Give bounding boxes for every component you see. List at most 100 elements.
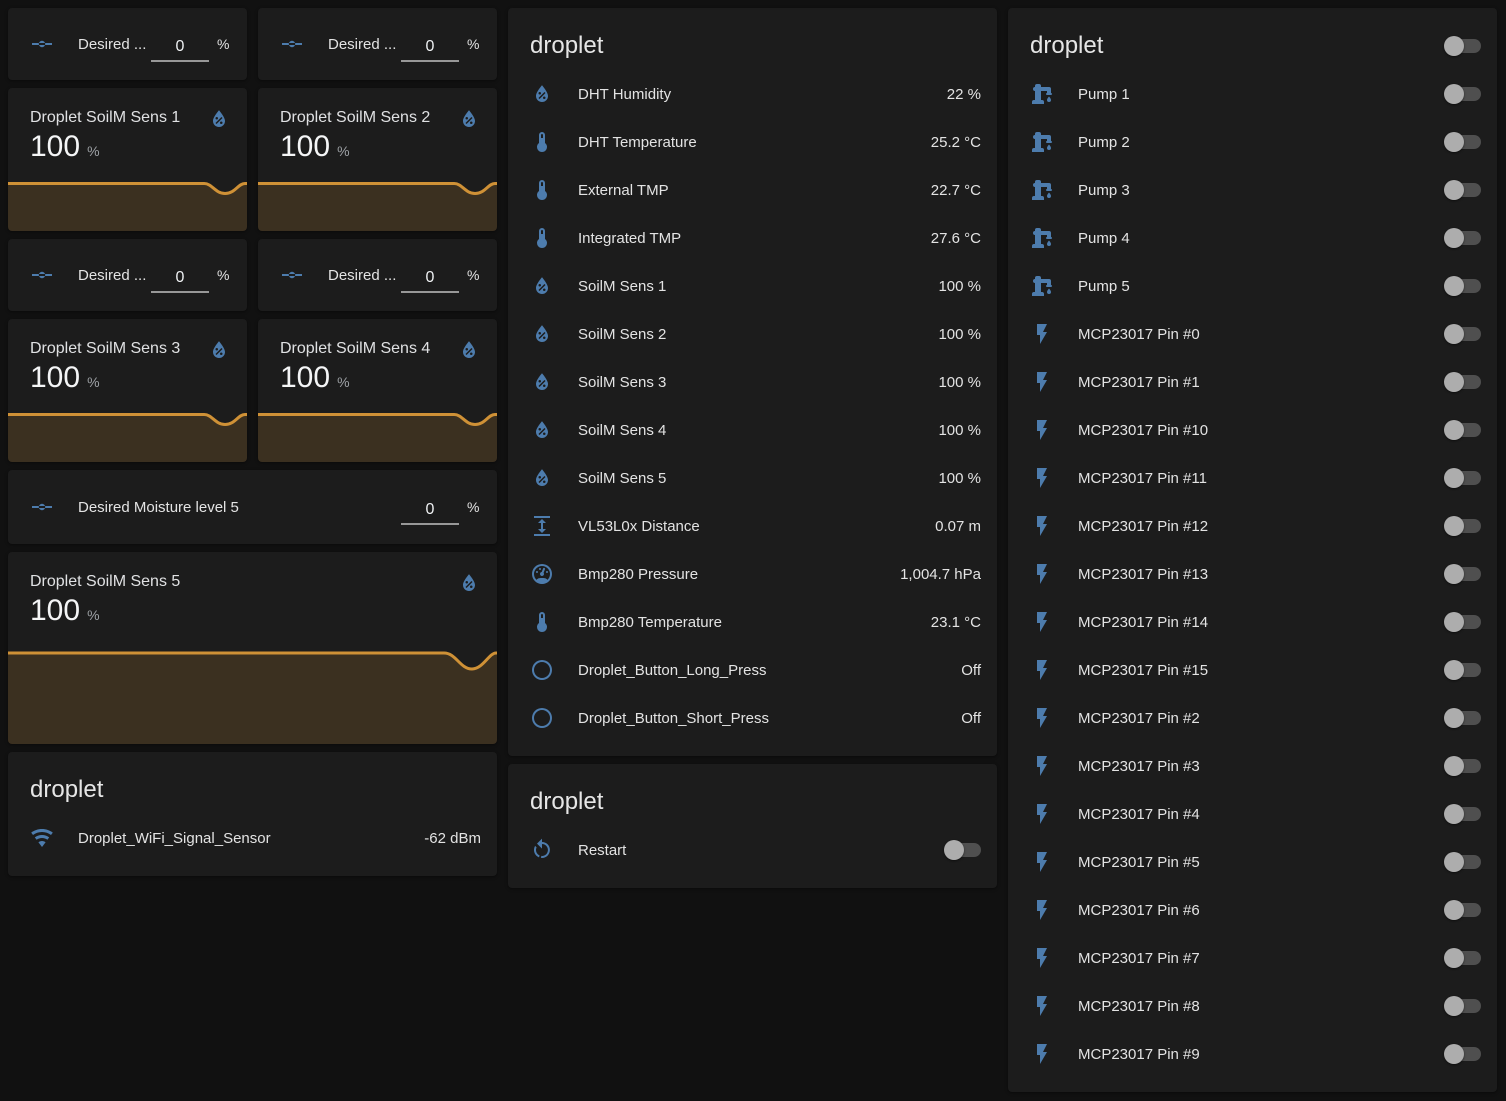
toggle-thumb [1444,660,1464,680]
number-input[interactable]: 0 [401,499,459,525]
entity-row[interactable]: Pump 4 [1030,214,1481,262]
middle-entities-slot: dropletDHT Humidity22 %DHT Temperature25… [508,8,997,756]
entity-row[interactable]: MCP23017 Pin #15 [1030,646,1481,694]
entity-toggle[interactable] [1444,324,1481,344]
sensor-graph-card[interactable]: Droplet SoilM Sens 2100% [258,88,497,231]
sensor-graph-card[interactable]: Droplet SoilM Sens 3100% [8,319,247,462]
entity-toggle[interactable] [1444,1044,1481,1064]
sensor-card-title: Droplet SoilM Sens 1 [30,109,191,127]
entity-toggle[interactable] [1444,420,1481,440]
entity-toggle[interactable] [1444,804,1481,824]
entity-row[interactable]: MCP23017 Pin #6 [1030,886,1481,934]
sensor-card-title: Droplet SoilM Sens 4 [280,340,441,358]
entity-toggle[interactable] [1444,84,1481,104]
entity-value: 27.6 °C [931,230,981,247]
entity-name: Bmp280 Temperature [578,614,919,631]
entity-row[interactable]: DHT Temperature25.2 °C [530,118,981,166]
entity-row[interactable]: SoilM Sens 4100 % [530,406,981,454]
entity-row[interactable]: MCP23017 Pin #4 [1030,790,1481,838]
entity-row[interactable]: Droplet_WiFi_Signal_Sensor-62 dBm [30,814,481,862]
wifi-icon [30,826,54,850]
entity-name: MCP23017 Pin #5 [1078,854,1444,871]
gauge-icon [530,562,554,586]
entity-row[interactable]: Pump 5 [1030,262,1481,310]
number-input[interactable]: 0 [401,36,459,62]
toggle-thumb [1444,228,1464,248]
entity-toggle[interactable] [944,840,981,860]
water-percent-icon [530,466,554,490]
sensor-graph-card[interactable]: Droplet SoilM Sens 4100% [258,319,497,462]
input-number-label: Desired ... [328,267,401,284]
entity-row[interactable]: Integrated TMP27.6 °C [530,214,981,262]
entity-name: Pump 3 [1078,182,1444,199]
number-input[interactable]: 0 [151,267,209,293]
entity-row[interactable]: Pump 3 [1030,166,1481,214]
entity-name: DHT Humidity [578,86,935,103]
desired-row-pair-1: Desired ...0%Desired ...0% [8,8,497,80]
entity-toggle[interactable] [1444,756,1481,776]
entity-row[interactable]: MCP23017 Pin #9 [1030,1030,1481,1078]
entity-toggle[interactable] [1444,180,1481,200]
entity-row[interactable]: MCP23017 Pin #2 [1030,694,1481,742]
entity-toggle[interactable] [1444,660,1481,680]
entity-row[interactable]: DHT Humidity22 % [530,70,981,118]
entity-toggle[interactable] [1444,132,1481,152]
entity-row[interactable]: Pump 2 [1030,118,1481,166]
entity-toggle[interactable] [1444,276,1481,296]
entity-row[interactable]: Bmp280 Temperature23.1 °C [530,598,981,646]
entity-toggle[interactable] [1444,612,1481,632]
entity-toggle[interactable] [1444,996,1481,1016]
entity-toggle[interactable] [1444,948,1481,968]
toggle-thumb [1444,708,1464,728]
entity-row[interactable]: MCP23017 Pin #7 [1030,934,1481,982]
flash-icon [1030,898,1054,922]
card-title: droplet [1030,32,1103,60]
entity-row[interactable]: MCP23017 Pin #10 [1030,406,1481,454]
entity-row[interactable]: MCP23017 Pin #3 [1030,742,1481,790]
entity-toggle[interactable] [1444,468,1481,488]
ray-vertex-icon [280,263,304,287]
entity-row[interactable]: SoilM Sens 2100 % [530,310,981,358]
entity-row[interactable]: Droplet_Button_Short_PressOff [530,694,981,742]
sensor-graph-card[interactable]: Droplet SoilM Sens 1100% [8,88,247,231]
flash-icon [1030,850,1054,874]
entity-row[interactable]: SoilM Sens 1100 % [530,262,981,310]
entity-row[interactable]: MCP23017 Pin #1 [1030,358,1481,406]
sensor-graph-card[interactable]: Droplet SoilM Sens 5100% [8,552,497,744]
entity-toggle[interactable] [1444,900,1481,920]
entity-row[interactable]: Restart [530,826,981,874]
entity-row[interactable]: MCP23017 Pin #13 [1030,550,1481,598]
water-percent-icon [207,107,231,131]
entity-row[interactable]: Pump 1 [1030,70,1481,118]
entity-row[interactable]: MCP23017 Pin #12 [1030,502,1481,550]
number-input[interactable]: 0 [401,267,459,293]
number-input[interactable]: 0 [151,36,209,62]
entity-name: MCP23017 Pin #14 [1078,614,1444,631]
entity-toggle[interactable] [1444,516,1481,536]
entity-row[interactable]: Droplet_Button_Long_PressOff [530,646,981,694]
entity-row[interactable]: Bmp280 Pressure1,004.7 hPa [530,550,981,598]
entity-row[interactable]: VL53L0x Distance0.07 m [530,502,981,550]
entity-row[interactable]: MCP23017 Pin #5 [1030,838,1481,886]
entity-row[interactable]: MCP23017 Pin #8 [1030,982,1481,1030]
entity-toggle[interactable] [1444,564,1481,584]
entity-row[interactable]: SoilM Sens 5100 % [530,454,981,502]
entity-toggle[interactable] [1444,852,1481,872]
card-header: droplet [1008,8,1497,70]
entity-row[interactable]: MCP23017 Pin #0 [1030,310,1481,358]
card-header-toggle[interactable] [1444,36,1481,56]
desired-full-slot: Desired Moisture level 50% [8,470,497,544]
flash-icon [1030,802,1054,826]
entity-toggle[interactable] [1444,372,1481,392]
entity-row[interactable]: External TMP22.7 °C [530,166,981,214]
entity-value: 100 % [938,326,981,343]
toggle-thumb [1444,1044,1464,1064]
toggle-thumb [1444,84,1464,104]
entity-row[interactable]: MCP23017 Pin #14 [1030,598,1481,646]
entity-row[interactable]: SoilM Sens 3100 % [530,358,981,406]
entity-row[interactable]: MCP23017 Pin #11 [1030,454,1481,502]
toggle-thumb [1444,996,1464,1016]
entity-toggle[interactable] [1444,708,1481,728]
entity-toggle[interactable] [1444,228,1481,248]
entity-name: Pump 1 [1078,86,1444,103]
